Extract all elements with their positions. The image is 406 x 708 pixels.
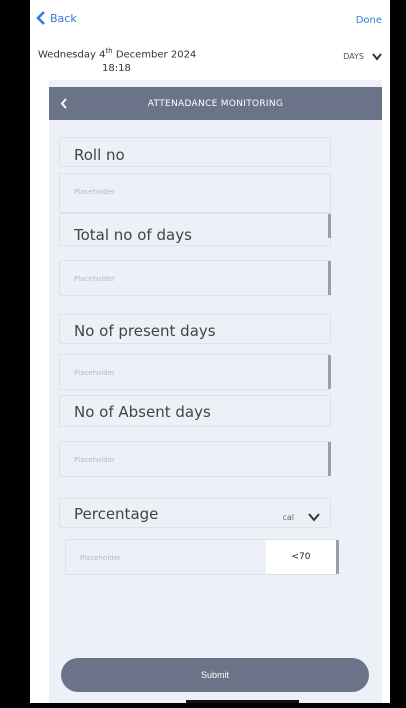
top-bar: Back Done xyxy=(30,0,390,34)
absent-days-input[interactable]: Placeholder xyxy=(59,441,331,477)
calc-label: cal xyxy=(282,513,294,522)
total-days-placeholder: Placeholder xyxy=(74,275,115,283)
total-days-label-row: Total no of days xyxy=(59,213,331,246)
form-panel: ATTENADANCE MONITORING Roll no Placehold… xyxy=(49,80,382,703)
present-days-input[interactable]: Placeholder xyxy=(59,354,331,390)
date-weekday: Wednesday 4 xyxy=(38,49,106,61)
back-label: Back xyxy=(50,11,77,25)
date-suffix: th xyxy=(105,47,113,55)
field-edge xyxy=(328,355,331,389)
field-edge xyxy=(336,540,339,574)
date-month-year: December 2024 xyxy=(115,49,197,61)
present-days-placeholder: Placeholder xyxy=(74,369,115,377)
roll-no-input[interactable]: Placeholder xyxy=(59,173,331,213)
chevron-left-icon xyxy=(36,11,45,25)
submit-button[interactable]: Submit xyxy=(61,658,369,692)
percentage-placeholder: Placeholder xyxy=(80,554,121,562)
absent-days-placeholder: Placeholder xyxy=(74,456,115,464)
field-edge xyxy=(328,261,331,295)
chevron-left-icon[interactable] xyxy=(59,98,69,109)
period-select[interactable]: DAYS xyxy=(343,52,382,61)
field-edge xyxy=(328,442,331,476)
chevron-down-icon xyxy=(372,52,382,61)
roll-no-label: Roll no xyxy=(74,146,125,164)
roll-no-placeholder: Placeholder xyxy=(74,188,115,196)
field-edge xyxy=(328,214,331,238)
percentage-select[interactable]: Percentage cal xyxy=(59,498,331,528)
form-header: ATTENADANCE MONITORING xyxy=(49,87,382,120)
date-picker[interactable]: Wednesday 4th December 2024 18:18 xyxy=(38,44,196,76)
total-days-input[interactable]: Placeholder xyxy=(59,260,331,296)
chevron-down-icon xyxy=(308,513,320,522)
phone-screen: Back Done Wednesday 4th December 2024 18… xyxy=(30,0,390,703)
done-button[interactable]: Done xyxy=(356,15,382,26)
period-value: DAYS xyxy=(343,52,364,61)
home-indicator xyxy=(186,700,299,703)
absent-days-label: No of Absent days xyxy=(74,403,211,421)
form-title: ATTENADANCE MONITORING xyxy=(147,98,284,109)
absent-days-label-row: No of Absent days xyxy=(59,395,331,427)
percentage-input[interactable]: Placeholder <70 xyxy=(65,539,339,575)
back-button[interactable]: Back xyxy=(36,11,77,25)
time-value: 18:18 xyxy=(102,63,131,75)
roll-no-label-row: Roll no xyxy=(59,137,331,167)
total-days-label: Total no of days xyxy=(74,226,192,244)
threshold-value: <70 xyxy=(266,540,336,574)
present-days-label: No of present days xyxy=(74,322,216,340)
percentage-label: Percentage xyxy=(74,505,159,523)
present-days-label-row: No of present days xyxy=(59,314,331,344)
